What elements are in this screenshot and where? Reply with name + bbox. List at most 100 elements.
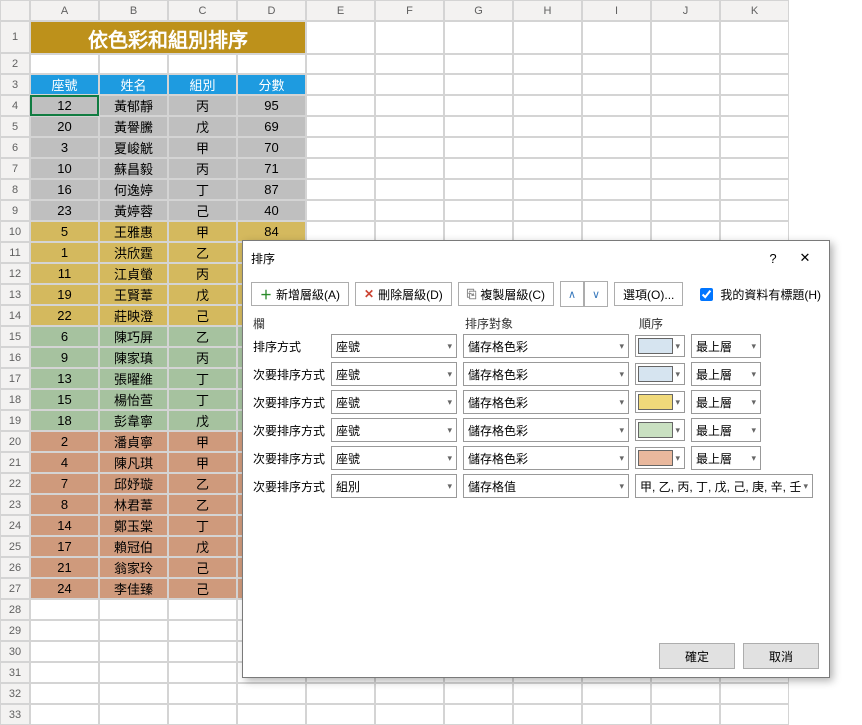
move-up-button[interactable]: ∧: [560, 281, 584, 307]
row-header[interactable]: 3: [0, 74, 30, 95]
col-header[interactable]: C: [168, 0, 237, 21]
row-header[interactable]: 9: [0, 200, 30, 221]
data-cell[interactable]: 13: [30, 368, 99, 389]
row-header[interactable]: 16: [0, 347, 30, 368]
data-cell[interactable]: 李佳臻: [99, 578, 168, 599]
data-cell[interactable]: 10: [30, 158, 99, 179]
data-cell[interactable]: 戊: [168, 536, 237, 557]
add-level-button[interactable]: ＋新增層級(A): [251, 282, 349, 306]
close-button[interactable]: ✕: [789, 246, 821, 270]
data-cell[interactable]: 夏峻觥: [99, 137, 168, 158]
select-all[interactable]: [0, 0, 30, 21]
data-cell[interactable]: 己: [168, 305, 237, 326]
data-cell[interactable]: 8: [30, 494, 99, 515]
row-header[interactable]: 29: [0, 620, 30, 641]
row-header[interactable]: 27: [0, 578, 30, 599]
row-header[interactable]: 18: [0, 389, 30, 410]
data-cell[interactable]: 12: [30, 95, 99, 116]
sort-field-select[interactable]: 座號: [331, 446, 457, 470]
col-header[interactable]: B: [99, 0, 168, 21]
data-cell[interactable]: 21: [30, 557, 99, 578]
sort-order-select[interactable]: 甲, 乙, 丙, 丁, 戊, 己, 庚, 辛, 壬: [635, 474, 813, 498]
data-cell[interactable]: 87: [237, 179, 306, 200]
data-cell[interactable]: 9: [30, 347, 99, 368]
data-cell[interactable]: 丙: [168, 347, 237, 368]
color-swatch-select[interactable]: [635, 335, 685, 357]
data-cell[interactable]: 黃譽騰: [99, 116, 168, 137]
data-cell[interactable]: 23: [30, 200, 99, 221]
data-cell[interactable]: 鄭玉棠: [99, 515, 168, 536]
data-cell[interactable]: 丁: [168, 389, 237, 410]
data-cell[interactable]: 甲: [168, 221, 237, 242]
data-cell[interactable]: 乙: [168, 242, 237, 263]
data-cell[interactable]: 16: [30, 179, 99, 200]
data-cell[interactable]: 甲: [168, 137, 237, 158]
data-cell[interactable]: 己: [168, 200, 237, 221]
data-cell[interactable]: 己: [168, 578, 237, 599]
sort-on-select[interactable]: 儲存格色彩: [463, 362, 629, 386]
data-cell[interactable]: 潘貞寧: [99, 431, 168, 452]
row-header[interactable]: 22: [0, 473, 30, 494]
data-cell[interactable]: 丁: [168, 368, 237, 389]
data-cell[interactable]: 戊: [168, 410, 237, 431]
data-cell[interactable]: 戊: [168, 116, 237, 137]
row-header[interactable]: 26: [0, 557, 30, 578]
data-cell[interactable]: 丙: [168, 263, 237, 284]
row-header[interactable]: 4: [0, 95, 30, 116]
color-swatch-select[interactable]: [635, 419, 685, 441]
color-swatch-select[interactable]: [635, 447, 685, 469]
color-swatch-select[interactable]: [635, 363, 685, 385]
help-button[interactable]: ?: [757, 246, 789, 270]
data-cell[interactable]: 黃婷蓉: [99, 200, 168, 221]
sort-position-select[interactable]: 最上層: [691, 362, 761, 386]
row-header[interactable]: 5: [0, 116, 30, 137]
data-cell[interactable]: 己: [168, 557, 237, 578]
row-header[interactable]: 14: [0, 305, 30, 326]
row-header[interactable]: 17: [0, 368, 30, 389]
data-cell[interactable]: 邱妤璇: [99, 473, 168, 494]
data-cell[interactable]: 70: [237, 137, 306, 158]
sort-field-select[interactable]: 座號: [331, 418, 457, 442]
data-cell[interactable]: 丁: [168, 179, 237, 200]
data-cell[interactable]: 乙: [168, 326, 237, 347]
data-cell[interactable]: 乙: [168, 494, 237, 515]
delete-level-button[interactable]: ✕刪除層級(D): [355, 282, 452, 306]
row-header[interactable]: 30: [0, 641, 30, 662]
data-cell[interactable]: 14: [30, 515, 99, 536]
data-cell[interactable]: 84: [237, 221, 306, 242]
data-cell[interactable]: 15: [30, 389, 99, 410]
data-cell[interactable]: 江貞螢: [99, 263, 168, 284]
data-cell[interactable]: 陳巧屏: [99, 326, 168, 347]
row-header[interactable]: 8: [0, 179, 30, 200]
data-cell[interactable]: 黃郁靜: [99, 95, 168, 116]
data-cell[interactable]: 3: [30, 137, 99, 158]
row-header[interactable]: 13: [0, 284, 30, 305]
data-cell[interactable]: 丁: [168, 515, 237, 536]
sort-on-select[interactable]: 儲存格色彩: [463, 446, 629, 470]
row-header[interactable]: 32: [0, 683, 30, 704]
row-header[interactable]: 11: [0, 242, 30, 263]
data-cell[interactable]: 王賢葦: [99, 284, 168, 305]
row-header[interactable]: 20: [0, 431, 30, 452]
sort-field-select[interactable]: 座號: [331, 390, 457, 414]
data-cell[interactable]: 18: [30, 410, 99, 431]
col-header[interactable]: I: [582, 0, 651, 21]
row-header[interactable]: 21: [0, 452, 30, 473]
row-header[interactable]: 23: [0, 494, 30, 515]
col-header[interactable]: H: [513, 0, 582, 21]
sort-field-select[interactable]: 座號: [331, 334, 457, 358]
data-cell[interactable]: 17: [30, 536, 99, 557]
data-cell[interactable]: 19: [30, 284, 99, 305]
options-button[interactable]: 選項(O)...: [614, 282, 683, 306]
col-header[interactable]: D: [237, 0, 306, 21]
data-cell[interactable]: 丙: [168, 95, 237, 116]
col-header[interactable]: J: [651, 0, 720, 21]
sort-field-select[interactable]: 座號: [331, 362, 457, 386]
data-cell[interactable]: 2: [30, 431, 99, 452]
row-header[interactable]: 7: [0, 158, 30, 179]
sort-on-select[interactable]: 儲存格值: [463, 474, 629, 498]
data-cell[interactable]: 陳凡琪: [99, 452, 168, 473]
row-header[interactable]: 31: [0, 662, 30, 683]
data-cell[interactable]: 11: [30, 263, 99, 284]
col-header[interactable]: K: [720, 0, 789, 21]
